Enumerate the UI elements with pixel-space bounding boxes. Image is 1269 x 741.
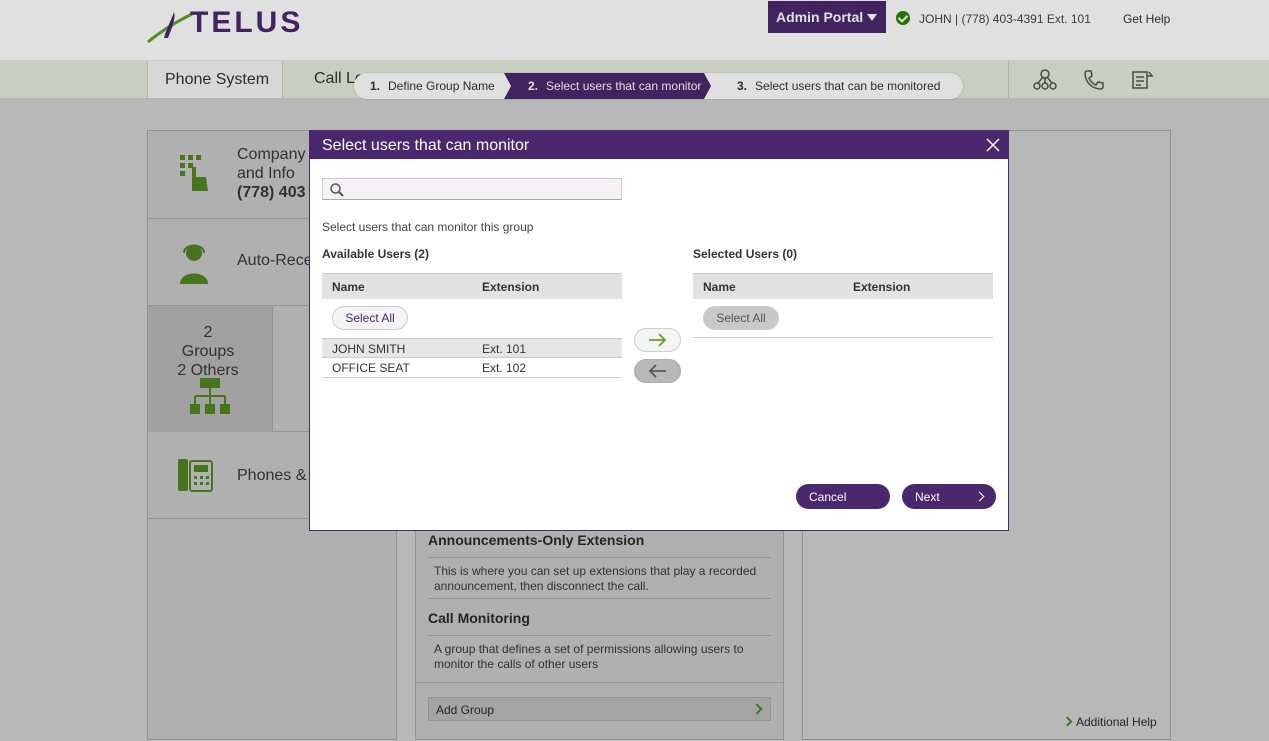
select-all-available-button[interactable]: Select All xyxy=(332,306,408,330)
selected-users-title: Selected Users (0) xyxy=(693,247,798,261)
arrow-right-icon xyxy=(649,333,667,347)
next-label: Next xyxy=(915,490,940,504)
chevron-right-icon xyxy=(974,491,985,502)
select-all-selected-button[interactable]: Select All xyxy=(703,306,779,330)
user-extension: Ext. 101 xyxy=(482,342,527,356)
select-monitor-users-dialog: Select users that can monitor Select use… xyxy=(309,130,1009,531)
column-name: Name xyxy=(703,280,736,294)
next-button[interactable]: Next xyxy=(902,484,996,509)
instruction-text: Select users that can monitor this group xyxy=(322,220,534,234)
divider xyxy=(693,337,993,338)
search-input[interactable] xyxy=(322,178,622,200)
close-icon[interactable] xyxy=(983,135,1003,155)
selected-table-header xyxy=(693,273,993,299)
table-row[interactable]: JOHN SMITH Ext. 101 xyxy=(322,338,622,358)
user-name: OFFICE SEAT xyxy=(332,361,410,375)
column-name: Name xyxy=(332,280,365,294)
arrow-left-icon xyxy=(648,364,666,378)
remove-selected-button[interactable] xyxy=(634,359,681,383)
user-name: JOHN SMITH xyxy=(332,342,406,356)
dialog-title: Select users that can monitor xyxy=(322,137,530,154)
available-table-header xyxy=(322,273,622,299)
add-selected-button[interactable] xyxy=(634,328,681,352)
column-extension: Extension xyxy=(853,280,911,294)
user-extension: Ext. 102 xyxy=(482,361,527,375)
modal-backdrop-top xyxy=(0,0,1269,99)
table-row[interactable]: OFFICE SEAT Ext. 102 xyxy=(322,358,622,378)
available-users-title: Available Users (2) xyxy=(322,247,429,261)
column-extension: Extension xyxy=(482,280,540,294)
cancel-button[interactable]: Cancel xyxy=(796,484,890,509)
search-icon xyxy=(330,183,344,197)
